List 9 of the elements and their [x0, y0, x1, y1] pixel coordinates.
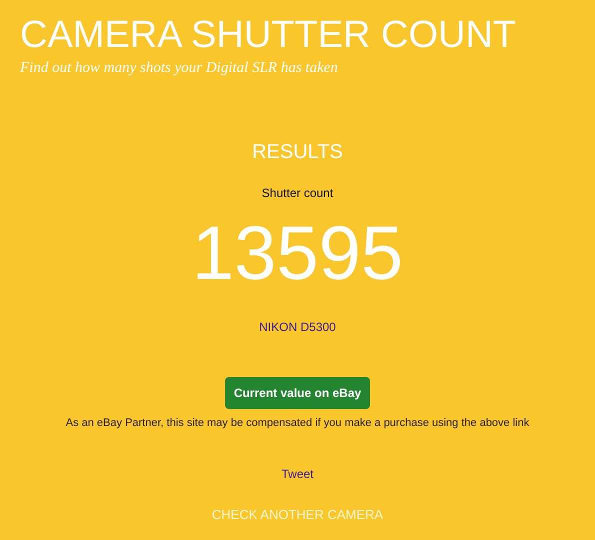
count-label: Shutter count: [262, 184, 334, 202]
tweet-link[interactable]: Tweet: [281, 465, 314, 483]
camera-model-link[interactable]: NIKON D5300: [259, 318, 336, 336]
tagline: Find out how many shots your Digital SLR has taken: [20, 59, 339, 78]
page-title: CAMERA SHUTTER COUNT: [20, 16, 518, 54]
ebay-button[interactable]: Current value on eBay: [224, 376, 370, 408]
shutter-count: 13595: [192, 216, 404, 292]
results-heading: RESULTS: [252, 142, 343, 162]
disclaimer-text: As an eBay Partner, this site may be compensated if you make a purchase using the above link: [66, 416, 530, 430]
